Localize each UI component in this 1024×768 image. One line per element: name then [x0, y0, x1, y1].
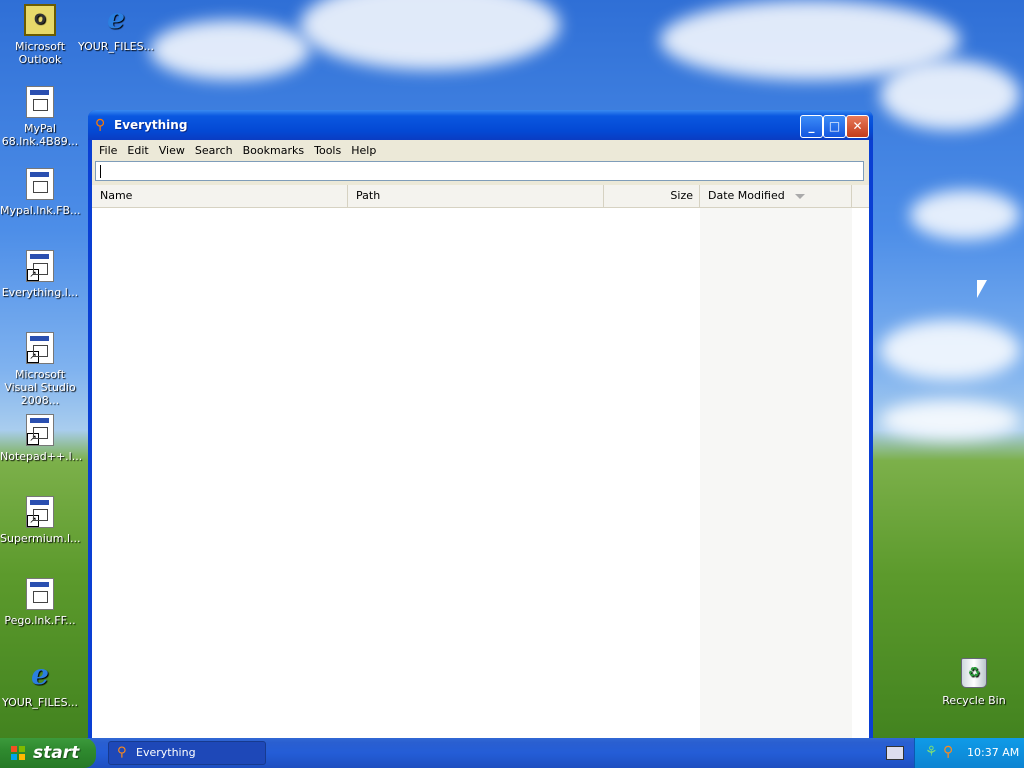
search-magnifier-icon: ⚲ [95, 117, 106, 133]
keyboard-layout-icon[interactable] [886, 746, 904, 760]
menu-bookmarks[interactable]: Bookmarks [238, 144, 309, 157]
column-header-date-modified[interactable]: Date Modified [700, 185, 852, 207]
menu-edit[interactable]: Edit [122, 144, 153, 157]
window-client: File Edit View Search Bookmarks Tools He… [92, 140, 869, 740]
column-header-size[interactable]: Size [604, 185, 700, 207]
desktop-icon-label: Everything.l... [1, 286, 79, 299]
network-icon[interactable]: ⚘ [925, 744, 938, 760]
desktop-icon-visual-studio[interactable]: ↗ Microsoft Visual Studio 2008... [0, 332, 80, 407]
sorted-column-highlight [700, 208, 852, 740]
program-icon [26, 168, 54, 200]
column-header-date-modified-label: Date Modified [708, 189, 785, 202]
desktop-icon-label: MyPal 68.lnk.4B89... [1, 122, 79, 148]
program-icon [26, 578, 54, 610]
desktop-icon-outlook[interactable]: O Microsoft Outlook [0, 4, 80, 66]
menu-tools[interactable]: Tools [309, 144, 346, 157]
menu-search[interactable]: Search [190, 144, 238, 157]
mouse-cursor-icon [977, 280, 987, 298]
internet-explorer-icon: e [107, 2, 125, 35]
search-magnifier-icon: ⚲ [117, 745, 127, 760]
column-header-path[interactable]: Path [348, 185, 604, 207]
menu-bar: File Edit View Search Bookmarks Tools He… [92, 140, 869, 160]
maximize-button[interactable]: □ [823, 115, 846, 138]
program-icon [26, 86, 54, 118]
column-header: Name Path Size Date Modified [92, 185, 869, 208]
desktop-icon-notepadpp[interactable]: ↗ Notepad++.l... [0, 414, 83, 463]
results-list[interactable]: Name Path Size Date Modified [92, 185, 869, 740]
taskbar-button-everything[interactable]: ⚲ Everything [108, 741, 266, 765]
minimize-button[interactable]: _ [800, 115, 823, 138]
desktop-icon-mypal[interactable]: Mypal.lnk.FB... [0, 168, 81, 217]
desktop-icon-label: Microsoft Visual Studio 2008... [4, 368, 76, 407]
program-shortcut-icon: ↗ [26, 496, 54, 528]
outlook-icon: O [24, 4, 56, 36]
desktop-icon-your-files[interactable]: e YOUR_FILES... [76, 2, 156, 54]
search-input[interactable] [95, 161, 864, 181]
menu-file[interactable]: File [94, 144, 122, 157]
clock[interactable]: 10:37 AM [967, 738, 1019, 768]
desktop-icon-label: Mypal.lnk.FB... [0, 204, 81, 217]
desktop-icon-label: YOUR_FILES... [1, 696, 79, 709]
text-caret [100, 165, 101, 178]
everything-tray-icon[interactable]: ⚲ [943, 744, 953, 760]
desktop-icon-label: Pego.lnk.FF... [4, 614, 76, 627]
desktop-icon-pego[interactable]: Pego.lnk.FF... [0, 578, 80, 627]
window-title: Everything [114, 118, 188, 132]
desktop-icon-label: Supermium.l... [0, 532, 81, 545]
program-shortcut-icon: ↗ [26, 250, 54, 282]
taskbar: start ⚲ Everything ⚘ ⚲ 10:37 AM [0, 738, 1024, 768]
desktop-icon-your-files-2[interactable]: e YOUR_FILES... [0, 658, 80, 710]
system-tray: ⚘ ⚲ 10:37 AM [914, 738, 1024, 768]
desktop-icon-label: YOUR_FILES... [77, 40, 155, 53]
program-shortcut-icon: ↗ [26, 332, 54, 364]
recycle-bin-icon: ♻ [961, 658, 987, 688]
window-titlebar[interactable]: ⚲ Everything _ □ ✕ [88, 110, 873, 140]
column-header-name[interactable]: Name [92, 185, 348, 207]
menu-help[interactable]: Help [346, 144, 381, 157]
desktop-icon-label: Notepad++.l... [0, 450, 83, 463]
desktop-icon-recycle-bin[interactable]: ♻ Recycle Bin [934, 658, 1014, 707]
windows-flag-icon [11, 746, 25, 760]
start-button[interactable]: start [0, 738, 96, 768]
desktop-icon-supermium[interactable]: ↗ Supermium.l... [0, 496, 81, 545]
close-button[interactable]: ✕ [846, 115, 869, 138]
program-shortcut-icon: ↗ [26, 414, 54, 446]
everything-window: ⚲ Everything _ □ ✕ File Edit View Search… [88, 110, 873, 740]
internet-explorer-icon: e [31, 658, 49, 691]
sort-descending-icon [794, 193, 805, 199]
taskbar-button-label: Everything [136, 746, 196, 759]
desktop-icon-everything[interactable]: ↗ Everything.l... [0, 250, 80, 299]
desktop-icon-mypal68[interactable]: MyPal 68.lnk.4B89... [0, 86, 80, 148]
menu-view[interactable]: View [154, 144, 190, 157]
desktop-icon-label: Microsoft Outlook [14, 40, 66, 66]
vertical-scrollbar-area [852, 208, 869, 740]
desktop-icon-label: Recycle Bin [942, 694, 1006, 707]
start-label: start [33, 743, 80, 763]
